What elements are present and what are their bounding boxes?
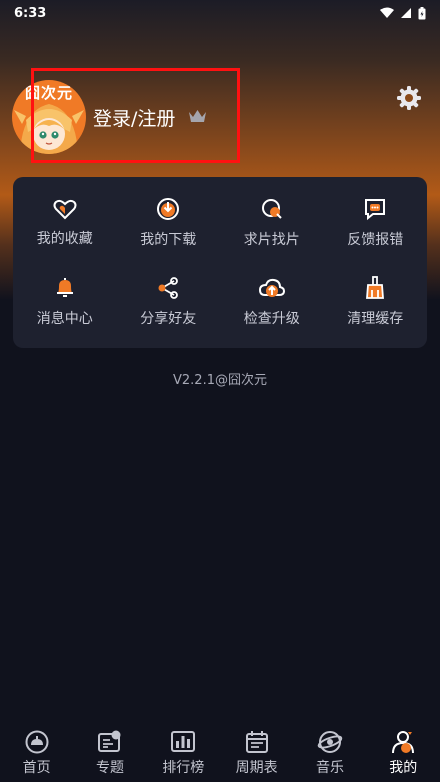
tab-label: 我的 (389, 760, 418, 776)
status-bar: 6:33 (0, 0, 440, 26)
grid-item-label: 分享好友 (140, 311, 197, 328)
tab-topics[interactable]: 专题 (73, 722, 146, 782)
wifi-icon (380, 7, 394, 18)
ranking-icon (171, 731, 196, 752)
tab-label: 周期表 (235, 760, 278, 776)
grid-item-check-update[interactable]: 检查升级 (220, 263, 324, 343)
grid-item-messages[interactable]: 消息中心 (13, 263, 117, 343)
grid-item-feedback[interactable]: 反馈报错 (324, 183, 428, 263)
grid-item-label: 消息中心 (36, 311, 93, 328)
heart-icon (53, 199, 77, 220)
grid-item-downloads[interactable]: 我的下载 (117, 183, 221, 263)
function-grid: 我的收藏 我的下载 求片找片 反馈报错 消息中心 分享好友 检查升级 清理缓存 (13, 177, 427, 348)
status-time: 6:33 (14, 5, 47, 21)
tab-ranking[interactable]: 排行榜 (147, 722, 220, 782)
tab-label: 音乐 (315, 760, 344, 776)
grid-item-label: 清理缓存 (347, 311, 404, 328)
signal-icon (401, 8, 411, 18)
battery-icon (418, 6, 426, 19)
tab-home[interactable]: 首页 (0, 722, 73, 782)
profile-icon (392, 731, 415, 754)
tab-profile[interactable]: 我的 (367, 722, 440, 782)
grid-item-label: 检查升级 (243, 311, 300, 328)
home-icon (25, 730, 49, 754)
tab-label: 首页 (22, 760, 51, 776)
highlight-box (31, 68, 240, 163)
topic-icon (97, 730, 121, 752)
grid-item-share[interactable]: 分享好友 (117, 263, 221, 343)
grid-item-label: 我的收藏 (36, 230, 93, 247)
bottom-tab-bar: 首页 专题 排行榜 周期表 音乐 我的 (0, 722, 440, 782)
grid-item-label: 反馈报错 (347, 231, 404, 248)
grid-item-clear-cache[interactable]: 清理缓存 (324, 263, 428, 343)
bell-icon (56, 278, 73, 298)
tab-label: 排行榜 (162, 760, 205, 776)
broom-icon (366, 276, 385, 300)
grid-item-favorites[interactable]: 我的收藏 (13, 183, 117, 263)
search-film-icon (261, 198, 282, 219)
calendar-icon (245, 731, 268, 753)
download-icon (157, 197, 180, 220)
grid-item-label: 求片找片 (243, 231, 300, 248)
music-icon (317, 731, 343, 753)
tab-calendar[interactable]: 周期表 (220, 722, 293, 782)
cloud-upgrade-icon (258, 279, 285, 298)
share-icon (158, 277, 179, 300)
feedback-icon (365, 198, 386, 220)
gear-icon[interactable] (396, 85, 422, 111)
tab-music[interactable]: 音乐 (293, 722, 366, 782)
grid-item-request-film[interactable]: 求片找片 (220, 183, 324, 263)
version-text: V2.2.1@囧次元 (173, 373, 267, 388)
grid-item-label: 我的下载 (140, 231, 197, 248)
tab-label: 专题 (95, 760, 124, 776)
